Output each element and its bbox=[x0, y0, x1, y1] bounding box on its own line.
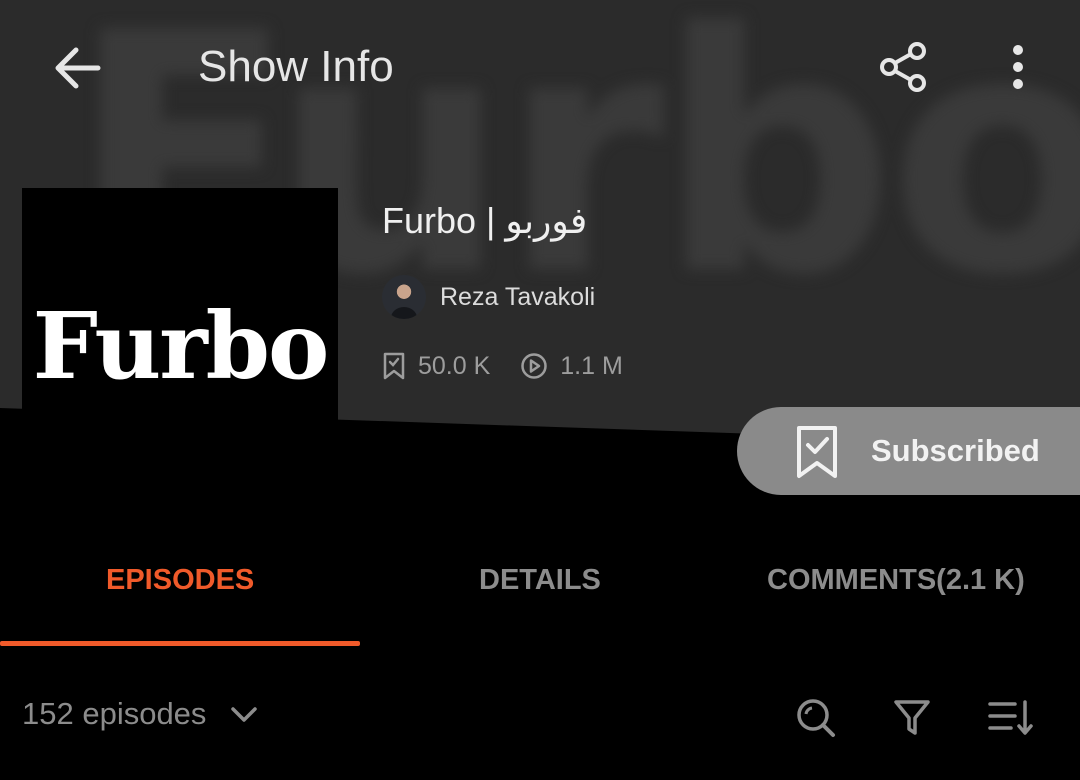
author-link[interactable]: Reza Tavakoli bbox=[382, 275, 595, 319]
subscribers-stat: 50.0 K bbox=[382, 352, 490, 381]
show-cover: Furbo bbox=[22, 188, 338, 504]
sort-button[interactable] bbox=[984, 692, 1036, 744]
search-button[interactable] bbox=[790, 692, 842, 744]
filter-button[interactable] bbox=[886, 692, 938, 744]
share-button[interactable] bbox=[870, 34, 936, 100]
chevron-down-icon bbox=[230, 705, 258, 723]
plays-count: 1.1 M bbox=[560, 351, 623, 380]
episodes-count-label: 152 episodes bbox=[22, 696, 207, 731]
tab-comments[interactable]: COMMENTS(2.1 K) bbox=[767, 564, 1025, 597]
bookmark-icon bbox=[383, 352, 405, 380]
tab-details[interactable]: DETAILS bbox=[479, 564, 601, 597]
show-stats: 50.0 K 1.1 M bbox=[382, 346, 653, 386]
sort-icon bbox=[988, 700, 1033, 735]
more-options-button[interactable] bbox=[990, 34, 1046, 100]
avatar bbox=[382, 275, 426, 319]
active-tab-indicator bbox=[0, 641, 360, 646]
cover-logo-text: Furbo bbox=[32, 292, 330, 400]
back-button[interactable] bbox=[40, 36, 114, 100]
more-vertical-icon bbox=[1013, 45, 1023, 89]
back-arrow-icon bbox=[55, 47, 101, 89]
subscribers-count: 50.0 K bbox=[418, 351, 491, 380]
episodes-count-dropdown[interactable]: 152 episodes bbox=[22, 696, 258, 732]
play-circle-icon bbox=[521, 353, 548, 379]
episodes-toolbar: 152 episodes bbox=[0, 680, 1080, 760]
bookmark-check-icon bbox=[797, 426, 837, 478]
subscribe-label: Subscribed bbox=[871, 433, 1040, 468]
subscribe-button[interactable]: Subscribed bbox=[737, 407, 1080, 495]
search-icon bbox=[797, 699, 835, 737]
filter-icon bbox=[894, 700, 930, 735]
tab-episodes[interactable]: EPISODES bbox=[106, 564, 254, 597]
share-icon bbox=[880, 42, 926, 92]
page-title: Show Info bbox=[198, 42, 394, 91]
show-title: Furbo | فوربو bbox=[382, 200, 588, 241]
tab-bar: EPISODES DETAILS COMMENTS(2.1 K) bbox=[0, 540, 1080, 650]
plays-stat: 1.1 M bbox=[520, 352, 623, 381]
top-app-bar: Show Info bbox=[0, 0, 1080, 135]
author-name: Reza Tavakoli bbox=[440, 282, 596, 311]
